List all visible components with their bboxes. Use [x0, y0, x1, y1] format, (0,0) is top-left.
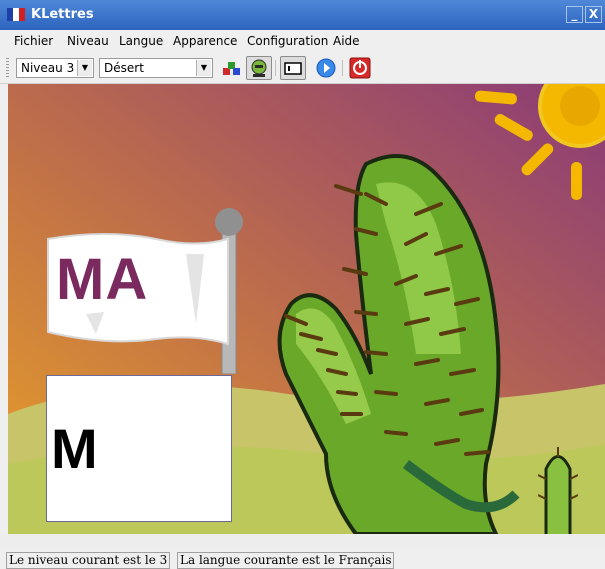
menu-aide[interactable]: Aide — [333, 34, 360, 48]
chevron-down-icon: ▼ — [196, 60, 211, 76]
resize-strip — [0, 534, 605, 550]
status-bar: Le niveau courant est le 3 La langue cou… — [0, 550, 605, 569]
grownup-mode-button[interactable] — [219, 56, 245, 80]
show-menubar-icon — [284, 62, 302, 75]
kid-icon — [251, 59, 267, 77]
close-button[interactable]: X — [585, 6, 602, 23]
game-scene: MA M — [8, 84, 605, 534]
level-combo-value: Niveau 3 — [21, 61, 75, 75]
app-flag-icon — [7, 8, 25, 21]
menu-niveau[interactable]: Niveau — [67, 34, 109, 48]
menu-apparence[interactable]: Apparence — [173, 34, 237, 48]
level-combo[interactable]: Niveau 3 ▼ — [16, 58, 94, 78]
flag-letters: MA — [56, 247, 149, 312]
menu-fichier[interactable]: Fichier — [14, 34, 53, 48]
show-menubar-button[interactable] — [280, 56, 306, 80]
toolbar-separator — [275, 60, 276, 76]
toolbar: Niveau 3 ▼ Désert ▼ — [0, 52, 605, 84]
theme-combo-value: Désert — [104, 61, 144, 75]
chevron-down-icon: ▼ — [77, 60, 92, 76]
window-title: KLettres — [31, 7, 94, 22]
hint-button[interactable] — [313, 56, 339, 80]
small-cactus-illustration — [538, 447, 578, 534]
status-language: La langue courante est le Français — [177, 552, 395, 569]
title-bar: KLettres _ X — [0, 0, 605, 30]
typed-letter: M — [51, 417, 98, 480]
minimize-button[interactable]: _ — [566, 6, 583, 23]
theme-combo[interactable]: Désert ▼ — [99, 58, 213, 78]
typed-letter-box: M — [46, 375, 232, 522]
menu-bar: Fichier Niveau Langue Apparence Configur… — [0, 30, 605, 52]
kid-mode-button[interactable] — [246, 56, 272, 80]
grownup-kid-icon — [223, 62, 240, 75]
hint-icon — [316, 58, 336, 78]
quit-icon — [349, 57, 371, 79]
status-level: Le niveau courant est le 3 — [6, 552, 171, 569]
toolbar-separator — [342, 60, 343, 76]
quit-button[interactable] — [347, 56, 373, 80]
menu-langue[interactable]: Langue — [119, 34, 163, 48]
menu-configuration[interactable]: Configuration — [247, 34, 328, 48]
toolbar-grip[interactable] — [6, 58, 9, 78]
